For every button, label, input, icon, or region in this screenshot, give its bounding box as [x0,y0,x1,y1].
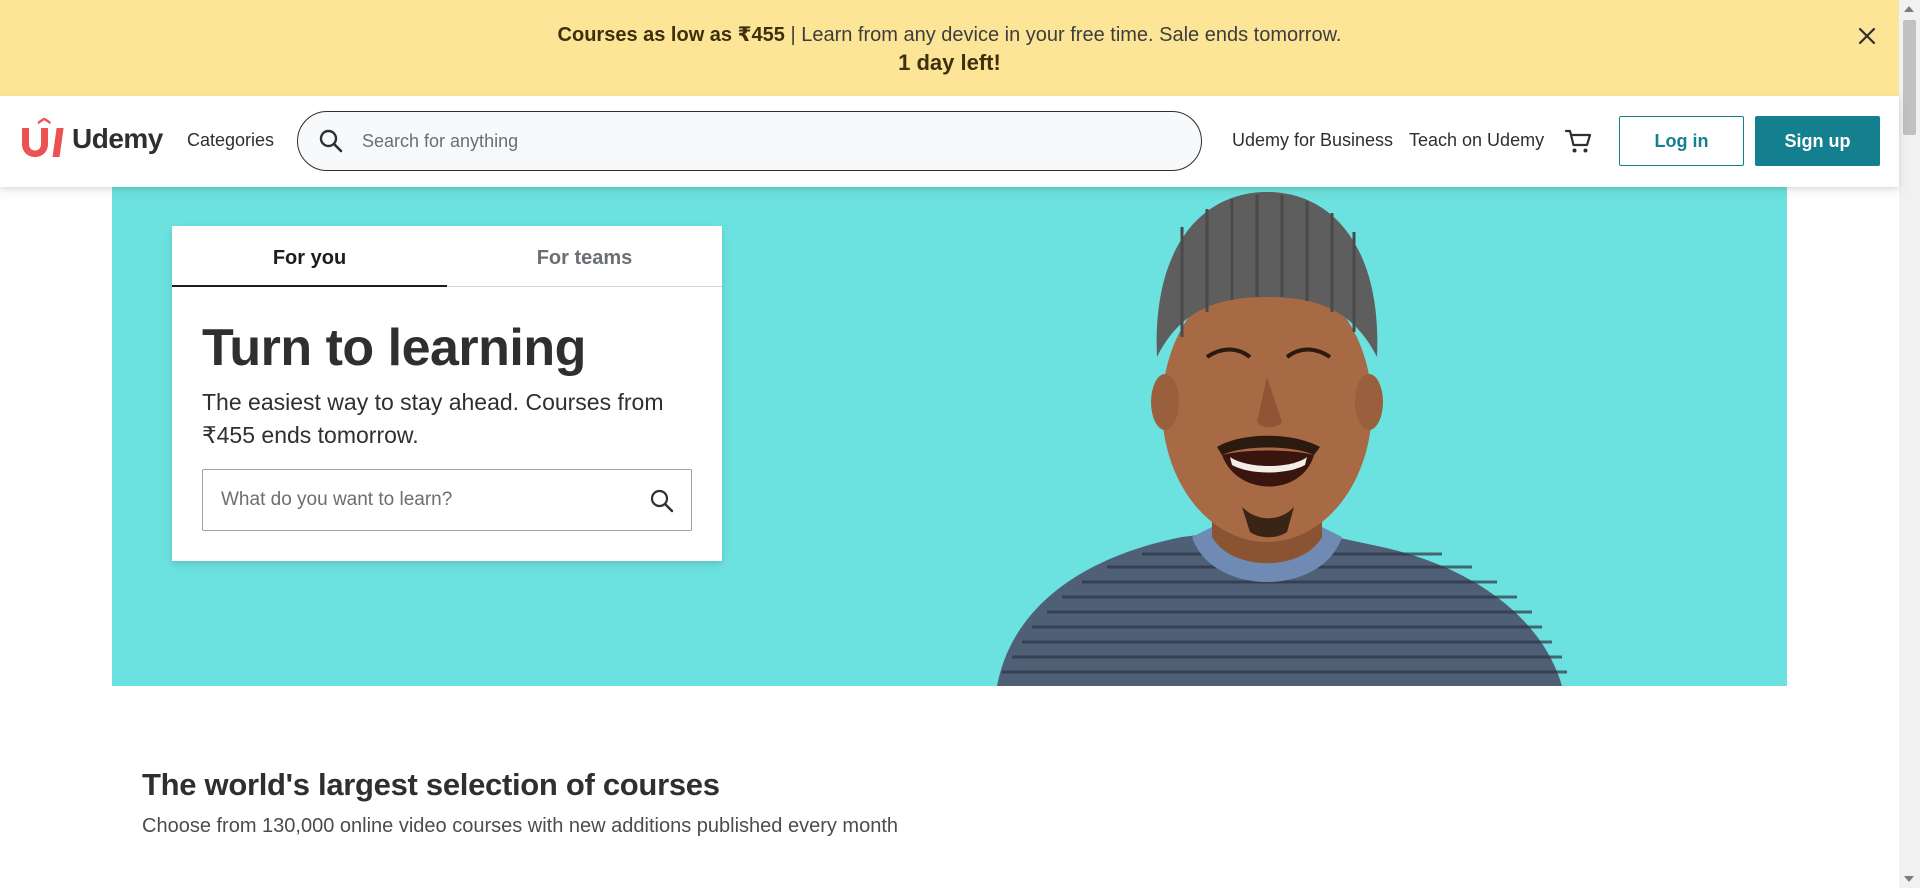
hero-search-input[interactable] [221,484,621,516]
scroll-thumb[interactable] [1903,20,1916,135]
banner-text: | Learn from any device in your free tim… [784,24,1342,46]
scroll-down-arrow-icon[interactable] [1904,876,1914,882]
udemy-for-business-link[interactable]: Udemy for Business [1232,130,1393,151]
header-search[interactable] [297,111,1202,171]
banner-countdown: 1 day left! [898,50,1001,75]
hero-subtitle: The easiest way to stay ahead. Courses f… [202,389,664,448]
logo-text: Udemy [72,123,163,154]
hero-card: For you For teams Turn to learning The e… [172,226,722,561]
login-button[interactable]: Log in [1619,116,1744,166]
search-icon[interactable] [649,488,675,514]
tab-for-you[interactable]: For you [172,226,447,287]
search-icon[interactable] [318,128,344,154]
signup-button[interactable]: Sign up [1755,116,1880,166]
udemy-logo[interactable]: Udemy [18,118,163,160]
hero-person-image [997,192,1567,686]
banner-message: Courses as low as ₹455 | Learn from any … [0,22,1899,47]
tab-for-teams[interactable]: For teams [447,226,722,287]
search-input[interactable] [362,124,1182,158]
scroll-up-arrow-icon[interactable] [1904,6,1914,12]
hero-title: Turn to learning [202,319,586,377]
top-nav: Udemy Categories Udemy for Business Teac… [0,96,1899,187]
banner-bold-text: Courses as low as ₹455 [557,24,785,46]
close-icon[interactable] [1853,22,1881,50]
cart-icon[interactable] [1563,126,1593,156]
hero-search[interactable] [202,469,692,531]
teach-on-udemy-link[interactable]: Teach on Udemy [1409,130,1544,151]
section-subtitle: Choose from 130,000 online video courses… [142,815,899,837]
categories-menu[interactable]: Categories [187,130,274,151]
udemy-logo-icon [22,118,64,157]
page-scrollbar[interactable] [1899,0,1920,888]
promo-banner: Courses as low as ₹455 | Learn from any … [0,0,1899,96]
section-title: The world's largest selection of courses [142,767,720,802]
